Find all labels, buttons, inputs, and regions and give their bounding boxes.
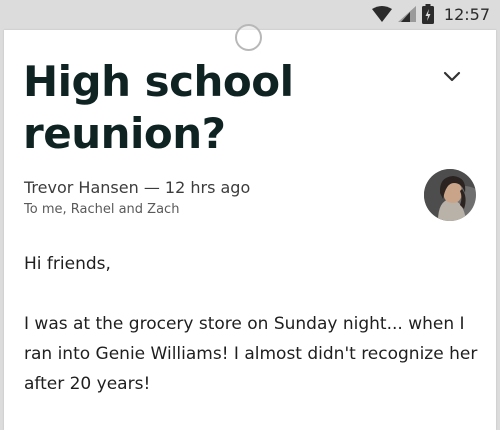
email-paragraph: I was at the grocery store on Sunday nig… bbox=[24, 314, 478, 394]
touch-indicator bbox=[235, 24, 262, 51]
separator: — bbox=[143, 178, 160, 197]
wifi-icon bbox=[371, 6, 392, 22]
email-body: Hi friends, I was at the grocery store o… bbox=[24, 249, 484, 429]
cellular-signal-icon bbox=[397, 6, 416, 22]
email-greeting: Hi friends, bbox=[24, 254, 111, 274]
sender-line: Trevor Hansen — 12 hrs ago bbox=[24, 178, 250, 197]
status-icons: 12:57 bbox=[371, 4, 490, 24]
recipients[interactable]: To me, Rachel and Zach bbox=[24, 202, 179, 217]
sender-name[interactable]: Trevor Hansen bbox=[24, 178, 139, 197]
email-subject: High school reunion? bbox=[23, 57, 294, 158]
avatar[interactable] bbox=[424, 169, 476, 221]
email-card: High school reunion? Trevor Hansen — 12 … bbox=[4, 30, 496, 430]
chevron-down-icon bbox=[440, 71, 464, 90]
timestamp: 12 hrs ago bbox=[164, 178, 251, 197]
status-time: 12:57 bbox=[443, 4, 490, 24]
expand-button[interactable] bbox=[440, 68, 464, 86]
battery-icon bbox=[421, 4, 434, 24]
